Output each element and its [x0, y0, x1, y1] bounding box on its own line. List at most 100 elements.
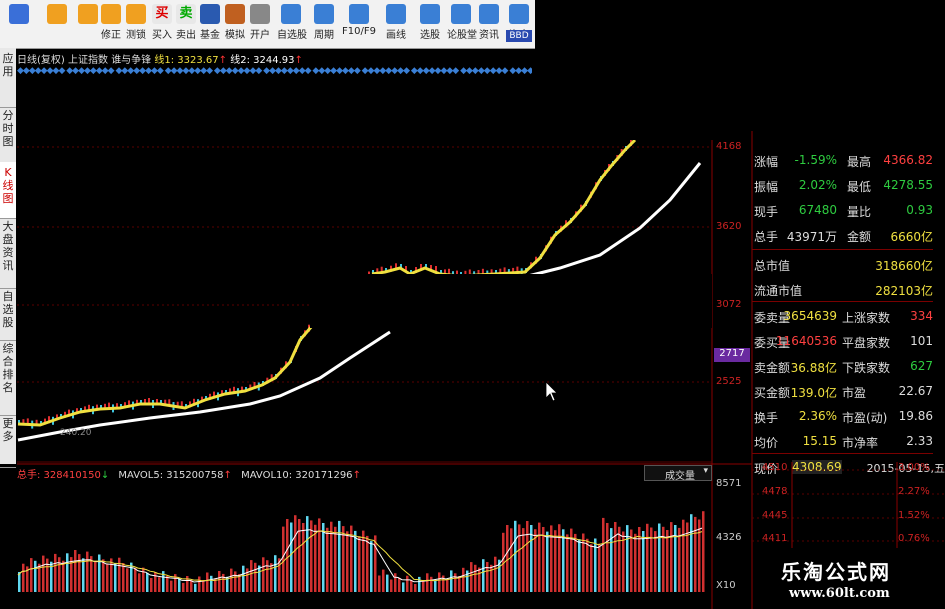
watermark-url: www.60lt.com [789, 586, 890, 601]
volume-bar [414, 584, 417, 592]
volume-bar [66, 553, 69, 592]
volume-bar [202, 580, 205, 592]
volume-bar [250, 560, 253, 592]
market-cap-row: 总市值 318660亿 [752, 253, 933, 275]
volume-bar [114, 563, 117, 592]
volume-bar [94, 560, 97, 592]
volume-bar [678, 527, 681, 592]
volume-bar [298, 519, 301, 592]
volume-bar [682, 519, 685, 592]
volume-bar [434, 580, 437, 592]
mavol10-arrow: ↑ [352, 470, 361, 481]
volume-bar [418, 576, 421, 592]
quote-value: 627 [910, 359, 933, 373]
volume-bar [294, 515, 297, 592]
quote-label: 下跌家数 [842, 361, 891, 375]
quote-label: 平盘家数 [842, 336, 891, 350]
volume-bar [154, 572, 157, 592]
quote-label: 卖金额 [754, 361, 791, 375]
volume-bar [374, 535, 377, 592]
mini-price-tick: 4478 [762, 486, 788, 497]
volume-tick-1: 4326 [716, 532, 742, 543]
mini-pct-tick: 0.76% [898, 533, 930, 544]
volume-bar [642, 531, 645, 592]
volume-header: 总手: 328410150↓ MAVOL5: 315200758↑ MAVOL1… [17, 466, 361, 481]
volume-bar [506, 525, 509, 592]
volume-bar [342, 526, 345, 592]
quote-label: 现手 [754, 205, 779, 219]
quote-value: 19.86 [898, 409, 933, 423]
volume-bar [514, 520, 517, 592]
current-price-marker: 2717 [714, 348, 750, 362]
volume-bar [654, 531, 657, 592]
quote-label: 换手 [754, 411, 779, 425]
volume-bar [482, 559, 485, 592]
volume-bar [206, 572, 209, 592]
volume-bar [666, 530, 669, 592]
volume-bar [406, 575, 409, 592]
volume-bar [182, 582, 185, 592]
quote-value: 4278.55 [883, 178, 933, 192]
quote-label: 市盈 [842, 386, 867, 400]
volume-bar [22, 563, 25, 592]
price-tick-4: 2525 [716, 376, 742, 387]
volume-bar [166, 575, 169, 592]
quote-value: 101 [910, 334, 933, 348]
volume-bar [262, 557, 265, 592]
volume-bar [526, 521, 529, 592]
volume-bar [230, 568, 233, 592]
volume-bar [318, 518, 321, 592]
quote-row: 买金额 139.0亿 市盈 22.67 [752, 380, 933, 402]
quote-row: 均价 15.15 市净率 2.33 [752, 430, 933, 452]
quote-row: 卖金额 36.88亿 下跌家数 627 [752, 355, 933, 377]
volume-bar [554, 530, 557, 592]
cap-label: 流通市值 [754, 284, 803, 298]
volume-bar [126, 568, 129, 592]
volume-bar [30, 558, 33, 592]
volume-bar [586, 538, 589, 592]
mini-pct-tick: 3.00% [898, 462, 930, 473]
volume-bar [454, 573, 457, 592]
quote-row: 换手 2.36% 市盈(动) 19.86 [752, 405, 933, 427]
volume-bar [254, 562, 257, 592]
watermark-title: 乐淘公式网 [781, 560, 891, 584]
volume-bar [602, 517, 605, 592]
quote-label: 振幅 [754, 180, 779, 194]
volume-bar [106, 564, 109, 592]
volume-bar [646, 523, 649, 592]
mini-pct-tick: 1.52% [898, 510, 930, 521]
volume-bar [198, 576, 201, 592]
volume-bar [122, 563, 125, 592]
volume-bar [390, 579, 393, 592]
quote-value: 2.33 [906, 434, 933, 448]
quote-label: 买金额 [754, 386, 791, 400]
quote-value: 15.15 [802, 434, 837, 448]
volume-bar [566, 534, 569, 592]
volume-indicator-select[interactable]: 成交量 ▾ [644, 465, 712, 482]
volume-bar [218, 571, 221, 592]
volume-bar [386, 574, 389, 592]
volume-bar [606, 523, 609, 592]
quote-label: 总手 [754, 230, 779, 244]
quote-label: 市盈(动) [842, 411, 888, 425]
quote-label: 均价 [754, 436, 779, 450]
volume-bar [138, 573, 141, 592]
volume-bar [210, 575, 213, 592]
volume-bar [698, 519, 701, 592]
volume-bar [450, 570, 453, 592]
volume-bar [674, 525, 677, 592]
volume-bar [462, 567, 465, 592]
mouse-pointer-icon [545, 381, 558, 402]
volume-bar [670, 522, 673, 592]
volume-bar [538, 522, 541, 592]
volume-bar [186, 576, 189, 592]
volume-bar [82, 558, 85, 592]
quote-row: 委卖量 3654639 上涨家数 334 [752, 305, 933, 327]
quote-label: 最低 [847, 180, 872, 194]
quote-value: 4366.82 [883, 153, 933, 167]
volume-bar [490, 564, 493, 592]
volume-bar [598, 543, 601, 592]
cap-value: 282103亿 [875, 284, 933, 298]
mini-pct-tick: 2.27% [898, 486, 930, 497]
quote-row: 现手 67480 量比 0.93 [752, 199, 933, 221]
